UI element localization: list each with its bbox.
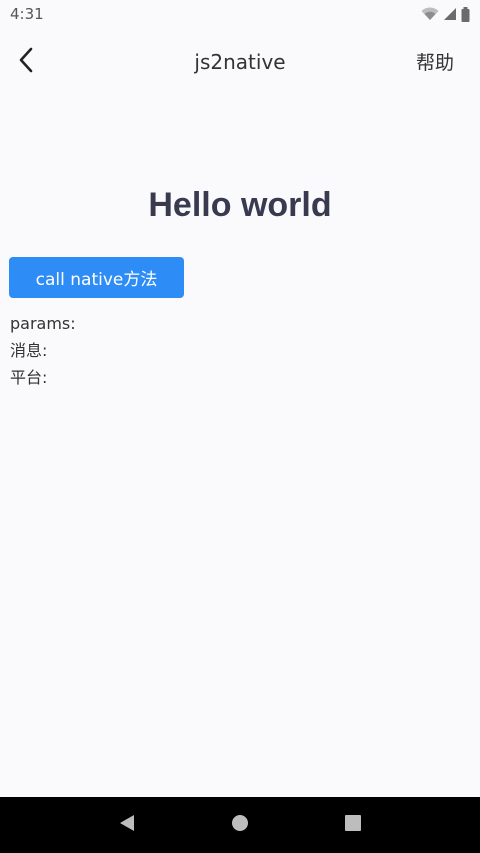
status-time: 4:31	[10, 5, 44, 23]
hello-heading: Hello world	[148, 186, 332, 224]
platform-label: 平台:	[10, 368, 48, 387]
back-button[interactable]	[12, 46, 40, 78]
back-triangle-icon	[118, 813, 136, 837]
params-label: params:	[10, 314, 76, 333]
call-native-button[interactable]: call native方法	[9, 257, 184, 298]
status-icons	[421, 6, 470, 22]
system-navigation-bar	[0, 797, 480, 853]
system-recents-button[interactable]	[333, 805, 373, 845]
info-lines: params: 消息: 平台:	[10, 310, 76, 391]
battery-icon	[461, 6, 470, 22]
system-home-button[interactable]	[220, 805, 260, 845]
app-screen: 4:31 js2native 帮助 Hello world call nativ…	[0, 0, 480, 853]
help-button[interactable]: 帮助	[416, 48, 454, 75]
page-title: js2native	[194, 50, 286, 74]
recents-square-icon	[344, 814, 362, 836]
signal-icon	[443, 7, 457, 21]
nav-bar: js2native 帮助	[0, 36, 480, 88]
home-circle-icon	[230, 813, 250, 837]
wifi-icon	[421, 7, 439, 21]
chevron-left-icon	[18, 47, 34, 77]
system-back-button[interactable]	[107, 805, 147, 845]
message-label: 消息:	[10, 341, 48, 360]
status-bar: 4:31	[0, 0, 480, 28]
